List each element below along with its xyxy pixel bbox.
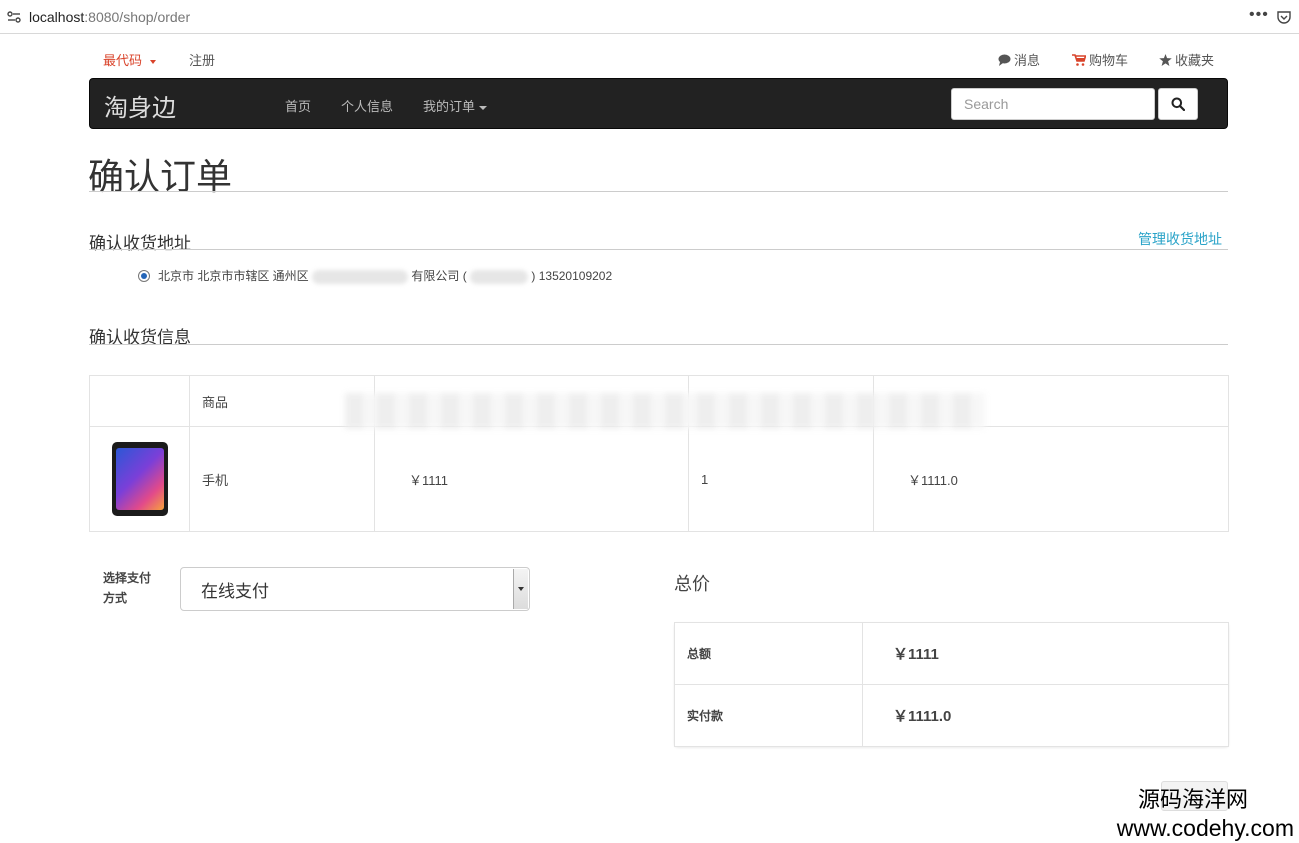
pocket-icon[interactable] [1276,9,1292,25]
nav-item-profile[interactable]: 个人信息 [341,96,393,115]
total-title: 总价 [674,574,710,594]
nav-item-home[interactable]: 首页 [285,96,311,115]
select-arrow-icon[interactable] [513,569,528,609]
redacted-street [312,269,409,284]
paid-amount-value: ￥1111.0 [862,684,1229,747]
manage-address-link[interactable]: 管理收货地址 [1138,229,1222,249]
site-info-icon[interactable] [6,9,22,25]
table-row: 总额 ￥1111 [674,622,1229,685]
product-name: 手机 [189,426,375,532]
page-title: 确认订单 [88,156,233,197]
search-button[interactable] [1158,88,1198,120]
address-company: 有限公司 ( [411,269,467,283]
nav-item-my-orders[interactable]: 我的订单 [423,96,488,115]
comment-icon [998,54,1011,66]
shopping-cart-icon [1072,53,1086,66]
header-image [89,375,190,427]
goods-divider [89,344,1228,345]
table-row: 实付款 ￥1111.0 [674,684,1229,747]
product-price: ￥1111 [374,426,689,532]
totals-table: 总额 ￥1111 实付款 ￥1111.0 [674,622,1229,747]
favorites-label: 收藏夹 [1175,53,1215,68]
total-amount-value: ￥1111 [862,622,1229,685]
address-section-title: 确认收货地址 [89,234,191,253]
watermark-line1: 源码海洋网 [1137,787,1248,812]
caret-down-icon [150,59,157,64]
address-option[interactable]: 北京市 北京市市辖区 通州区 有限公司 ( ) 13520109202 [138,267,612,284]
main-navbar: 淘身边 首页 个人信息 我的订单 [89,78,1228,129]
product-quantity: 1 [688,426,874,532]
watermark-line2: www.codehy.com [1116,815,1294,841]
address-prefix: 北京市 北京市市辖区 通州区 [158,269,309,283]
product-image-cell [89,426,190,532]
more-actions-button[interactable]: ••• [1249,6,1269,24]
address-radio[interactable] [138,269,150,282]
register-link[interactable]: 注册 [189,50,215,69]
top-utility-bar: 最代码 注册 消息 购物车 收藏夹 [89,48,1228,68]
search-icon [1171,97,1185,111]
star-icon [1159,53,1172,66]
table-row: 手机 ￥1111 1 ￥1111.0 [89,426,1229,532]
product-subtotal: ￥1111.0 [873,426,1229,532]
payment-method-label: 选择支付方式 [103,571,152,605]
site-menu-dropdown[interactable]: 最代码 [103,50,157,69]
product-image[interactable] [111,442,168,516]
navbar-brand[interactable]: 淘身边 [104,88,176,123]
payment-method-select[interactable]: 在线支付 [180,567,530,611]
messages-link[interactable]: 消息 [998,50,1040,69]
payment-selected-value: 在线支付 [201,581,269,601]
cart-link[interactable]: 购物车 [1072,50,1128,69]
paid-amount-label: 实付款 [674,684,863,747]
redacted-header-area [345,393,985,429]
caret-down-icon [479,105,488,110]
url-text[interactable]: localhost:8080/shop/order [29,9,190,25]
address-divider [89,249,1228,250]
favorites-link[interactable]: 收藏夹 [1159,50,1214,69]
address-phone: ) 13520109202 [531,269,613,283]
search-input[interactable] [951,88,1155,120]
watermark: 源码海洋网 www.codehy.com [1094,786,1294,842]
browser-url-bar: localhost:8080/shop/order ••• [0,0,1299,34]
redacted-name [470,269,529,284]
title-divider [89,191,1228,192]
cart-label: 购物车 [1089,53,1129,68]
messages-label: 消息 [1014,53,1041,68]
total-amount-label: 总额 [674,622,863,685]
